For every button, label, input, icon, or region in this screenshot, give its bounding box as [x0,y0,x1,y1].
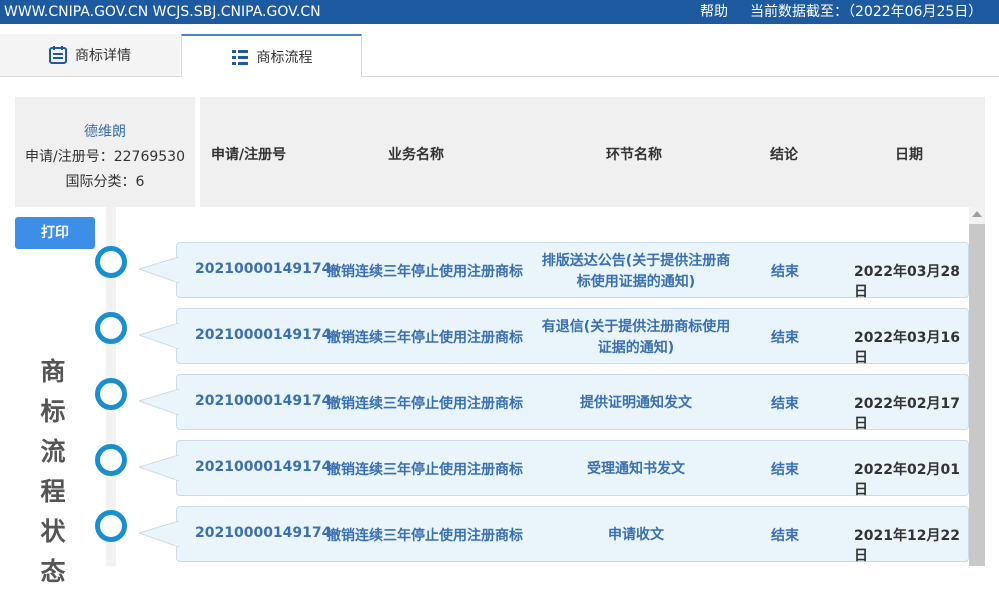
row-step: 排版送达公告(关于提供注册商 标使用证据的通知) [541,253,731,290]
tab-label: 商标流程 [256,49,313,66]
header-result: 结论 [770,147,798,163]
row-pointer [139,389,179,415]
row-date: 2021年12月22日 [854,528,960,564]
tab-bar: 商标详情 商标流程 [0,34,999,77]
process-row: 20210000149174 撤销连续三年停止使用注册商标 有退信(关于提供注册… [139,308,969,366]
process-row: 20210000149174 撤销连续三年停止使用注册商标 受理通知书发文 结束… [139,440,969,498]
timeline-node [95,378,127,410]
tab-trademark-process[interactable]: 商标流程 [181,34,362,77]
row-reg-no[interactable]: 20210000149174 [195,525,331,541]
tab-label: 商标详情 [75,48,131,64]
row-business: 撤销连续三年停止使用注册商标 [327,264,523,280]
row-business: 撤销连续三年停止使用注册商标 [327,462,523,478]
row-business: 撤销连续三年停止使用注册商标 [327,396,523,412]
row-pointer [139,455,179,481]
row-pointer [139,257,179,283]
row-result: 结束 [771,462,799,478]
top-bar: WWW.CNIPA.GOV.CN WCJS.SBJ.CNIPA.GOV.CN 帮… [0,0,999,24]
row-result: 结束 [771,264,799,280]
scrollbar-thumb[interactable] [969,224,985,566]
row-reg-no[interactable]: 20210000149174 [195,459,331,475]
row-business: 撤销连续三年停止使用注册商标 [327,330,523,346]
header-date: 日期 [895,147,923,163]
row-reg-no[interactable]: 20210000149174 [195,393,331,409]
row-reg-no[interactable]: 20210000149174 [195,327,331,343]
process-row: 20210000149174 撤销连续三年停止使用注册商标 提供证明通知发文 结… [139,374,969,432]
trademark-info-box: 德维朗 申请/注册号：22769530 国际分类：6 [15,97,195,207]
registration-number: 申请/注册号：22769530 [25,149,185,165]
row-date: 2022年03月16日 [854,330,960,366]
row-date: 2022年02月17日 [854,396,960,432]
row-pointer [139,323,179,349]
timeline-node [95,246,127,278]
document-icon [49,46,67,64]
print-button[interactable]: 打印 [15,217,95,249]
help-link[interactable]: 帮助 [700,0,728,24]
process-row: 20210000149174 撤销连续三年停止使用注册商标 申请收文 结束 20… [139,506,969,564]
header-reg-no: 申请/注册号 [211,147,287,163]
row-result: 结束 [771,396,799,412]
table-header: 申请/注册号 业务名称 环节名称 结论 日期 [200,97,985,207]
international-class: 国际分类：6 [65,174,145,190]
row-date: 2022年02月01日 [854,462,960,498]
timeline-node [95,312,127,344]
process-row: 20210000149174 撤销连续三年停止使用注册商标 排版送达公告(关于提… [139,242,969,300]
header-business-name: 业务名称 [388,147,444,163]
trademark-name[interactable]: 德维朗 [15,120,195,145]
header-step-name: 环节名称 [606,147,662,163]
row-business: 撤销连续三年停止使用注册商标 [327,528,523,544]
timeline-node [95,444,127,476]
row-result: 结束 [771,330,799,346]
site-domains: WWW.CNIPA.GOV.CN WCJS.SBJ.CNIPA.GOV.CN [4,4,321,20]
timeline-node [95,510,127,542]
row-step: 提供证明通知发文 [580,395,692,411]
row-step: 有退信(关于提供注册商标使用 证据的通知) [541,319,731,356]
row-reg-no[interactable]: 20210000149174 [195,261,331,277]
row-step: 申请收文 [608,527,664,543]
data-cutoff-text: 当前数据截至：（2022年06月25日） [750,4,983,20]
row-date: 2022年03月28日 [854,264,960,300]
side-title: 商 标 流 程 状 态 [40,357,66,586]
tab-trademark-details[interactable]: 商标详情 [0,34,180,76]
row-result: 结束 [771,528,799,544]
list-icon [231,49,248,65]
row-pointer [139,521,179,547]
row-step: 受理通知书发文 [587,461,685,477]
scroll-up-arrow-icon[interactable] [972,211,982,217]
